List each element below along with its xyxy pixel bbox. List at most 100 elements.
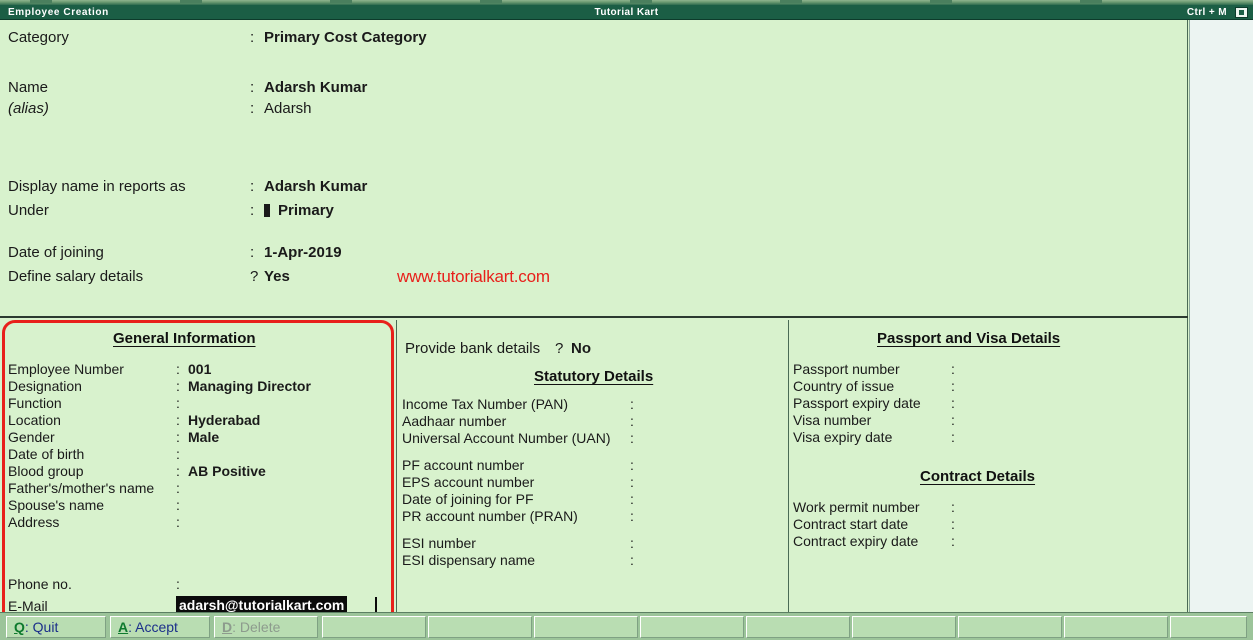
field-passport-expiry-date[interactable]: Passport expiry date: [793,395,963,411]
field-provide-bank-details[interactable]: Provide bank details? No [405,340,591,357]
field-define-salary-details-value: Yes [264,268,290,285]
button-empty-6[interactable] [534,616,638,638]
field-esi-number[interactable]: ESI number: [402,535,642,551]
field-pran[interactable]: PR account number (PRAN): [402,508,642,524]
field-employee-number-label: Employee Number [8,361,124,377]
field-pf-account-number[interactable]: PF account number: [402,457,642,473]
sep: : [630,457,634,473]
field-location[interactable]: Location: Hyderabad [8,412,260,428]
button-delete-key: D [222,619,233,635]
sep: : [176,361,180,377]
field-category[interactable]: Category: Primary Cost Category [8,29,427,46]
field-display-name-value: Adarsh Kumar [264,178,368,195]
field-under[interactable]: Under: Primary [8,202,334,219]
button-empty-4[interactable] [322,616,426,638]
field-aadhaar-number[interactable]: Aadhaar number: [402,413,642,429]
field-employee-number[interactable]: Employee Number:001 [8,361,211,377]
field-pan[interactable]: Income Tax Number (PAN): [402,396,642,412]
field-phone-no-label: Phone no. [8,576,72,592]
field-date-of-joining-separator: : [250,244,255,261]
field-gender-label: Gender [8,429,55,445]
field-pf-account-number-label: PF account number [402,457,525,473]
button-delete-label: : Delete [232,619,281,635]
field-display-name-separator: : [250,178,255,195]
watermark-text: www.tutorialkart.com [397,267,550,286]
field-work-permit-number[interactable]: Work permit number: [793,499,963,515]
field-location-value: Hyderabad [188,412,261,428]
field-alias-label: (alias) [8,100,49,117]
sep: : [951,378,955,394]
field-date-of-birth[interactable]: Date of birth: [8,446,188,462]
button-empty-9[interactable] [852,616,956,638]
field-display-name-label: Display name in reports as [8,178,186,195]
field-contract-start-date[interactable]: Contract start date: [793,516,963,532]
field-blood-group-label: Blood group [8,463,84,479]
button-empty-10[interactable] [958,616,1062,638]
field-uan[interactable]: Universal Account Number (UAN): [402,430,642,446]
employee-header-form: Category: Primary Cost Category Name: Adar… [0,20,1188,297]
button-quit[interactable]: Q: Quit [6,616,106,638]
button-empty-7[interactable] [640,616,744,638]
field-spouse-name[interactable]: Spouse's name: [8,497,188,513]
field-function-label: Function [8,395,62,411]
field-country-of-issue[interactable]: Country of issue: [793,378,963,394]
field-alias[interactable]: (alias): Adarsh [8,100,312,117]
field-blood-group[interactable]: Blood group: AB Positive [8,463,266,479]
field-spouse-name-label: Spouse's name [8,497,105,513]
sep: : [176,480,180,496]
field-aadhaar-number-label: Aadhaar number [402,413,507,429]
sep: : [176,463,180,479]
sep: : [630,430,634,446]
button-empty-5[interactable] [428,616,532,638]
field-provide-bank-details-label: Provide bank details [405,340,541,357]
field-gender[interactable]: Gender: Male [8,429,219,445]
sep: : [951,412,955,428]
work-area: Category: Primary Cost Category Name: Adar… [0,20,1188,628]
button-accept[interactable]: A: Accept [110,616,210,638]
field-function[interactable]: Function: [8,395,188,411]
title-bar: Employee Creation Tutorial Kart Ctrl + M [0,5,1253,20]
field-designation[interactable]: Designation: Managing Director [8,378,311,394]
field-esi-dispensary-name-label: ESI dispensary name [402,552,536,568]
field-category-label: Category [8,29,69,46]
field-define-salary-details-separator: ? [250,268,259,285]
sep: : [176,412,180,428]
list-marker-icon [264,204,270,217]
field-passport-expiry-date-label: Passport expiry date [793,395,921,411]
sep: : [630,491,634,507]
field-contract-expiry-date-label: Contract expiry date [793,533,919,549]
field-phone-no[interactable]: Phone no.: [8,576,188,592]
button-empty-11[interactable] [1064,616,1168,638]
tally-employee-creation-screen: Employee Creation Tutorial Kart Ctrl + M… [0,0,1253,640]
field-date-of-joining-label: Date of joining [8,244,104,261]
field-parents-name-label: Father's/mother's name [8,480,155,496]
field-esi-number-label: ESI number [402,535,476,551]
field-define-salary-details-label: Define salary details [8,268,144,285]
text-cursor [375,597,377,612]
button-empty-8[interactable] [746,616,850,638]
field-date-of-joining-pf[interactable]: Date of joining for PF: [402,491,642,507]
field-esi-dispensary-name[interactable]: ESI dispensary name: [402,552,642,568]
field-parents-name[interactable]: Father's/mother's name: [8,480,188,496]
field-designation-label: Designation [8,378,82,394]
field-visa-expiry-date[interactable]: Visa expiry date: [793,429,963,445]
sep: : [951,499,955,515]
field-visa-number[interactable]: Visa number: [793,412,963,428]
field-display-name[interactable]: Display name in reports as: Adarsh Kumar [8,178,367,195]
field-passport-number[interactable]: Passport number: [793,361,963,377]
company-name: Tutorial Kart [594,7,659,18]
button-empty-12[interactable] [1170,616,1247,638]
sep: : [951,395,955,411]
field-define-salary-details[interactable]: Define salary details? Yes [8,268,290,285]
field-name-label: Name [8,79,49,96]
field-address[interactable]: Address: [8,514,188,530]
field-alias-value: Adarsh [264,100,312,117]
field-eps-account-number[interactable]: EPS account number: [402,474,642,490]
field-date-of-joining[interactable]: Date of joining:1-Apr-2019 [8,244,342,261]
button-delete: D: Delete [214,616,318,638]
restore-icon[interactable] [1235,7,1248,18]
sep: : [951,429,955,445]
sep: : [176,576,180,592]
field-name[interactable]: Name: Adarsh Kumar [8,79,367,96]
field-contract-expiry-date[interactable]: Contract expiry date: [793,533,963,549]
